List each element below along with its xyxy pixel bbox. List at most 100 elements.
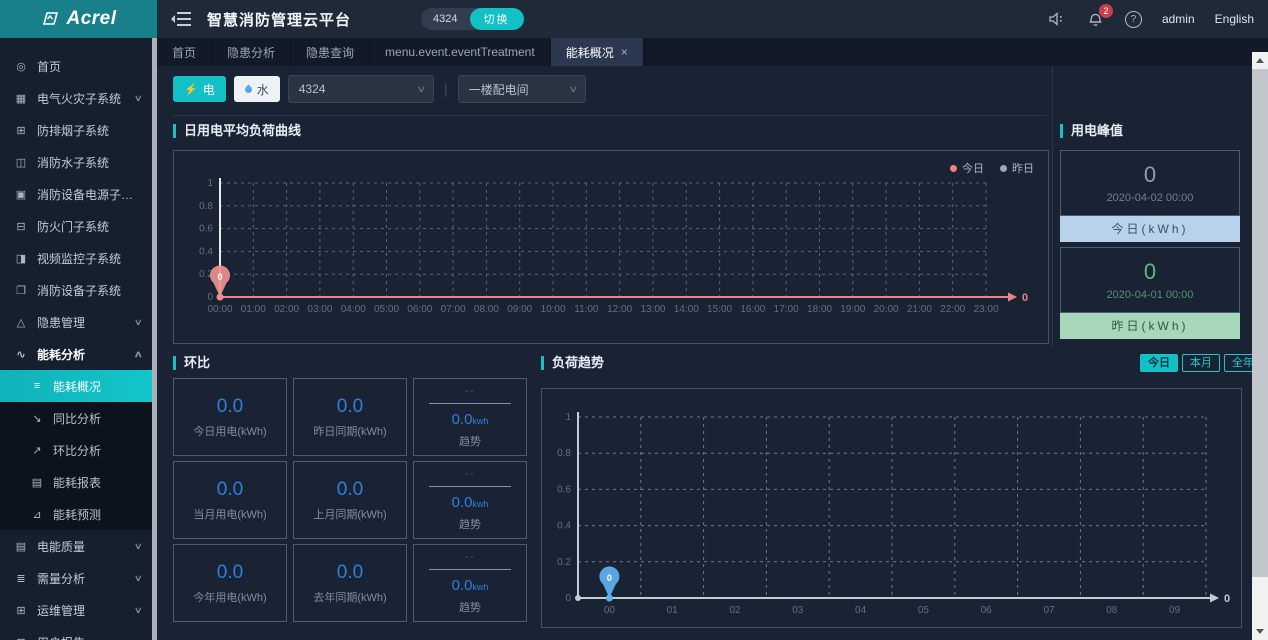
ring-card: 0.0上月同期(kWh)	[293, 461, 407, 539]
page-title: 智慧消防管理云平台	[207, 9, 351, 30]
legend-item: 昨日	[1000, 160, 1034, 176]
page-scrollbar[interactable]	[1252, 52, 1268, 640]
chevron-up-icon: ∧	[134, 349, 143, 360]
sidebar-item-label: 消防设备电源子系统	[37, 186, 142, 203]
trend-label: 趋势	[459, 599, 481, 615]
svg-text:05:00: 05:00	[374, 304, 399, 315]
sidebar-item-video-monitor[interactable]: ◨视频监控子系统	[0, 242, 152, 274]
trend-top-value: --	[465, 551, 474, 563]
sound-icon[interactable]	[1049, 10, 1067, 28]
sidebar-item-energy-report[interactable]: ▤能耗报表	[0, 466, 152, 498]
sidebar-item-smoke-exhaust[interactable]: ⊞防排烟子系统	[0, 114, 152, 146]
svg-text:0: 0	[565, 593, 571, 604]
electrical-fire-icon: ▦	[14, 92, 28, 105]
range-button-本月[interactable]: 本月	[1182, 354, 1220, 372]
tab-energy-overview[interactable]: 能耗概况×	[551, 38, 644, 66]
peak-card-body: 02020-04-02 00:00	[1060, 150, 1240, 216]
tab-hazard-query[interactable]: 隐患查询	[291, 38, 370, 66]
trend-divider	[429, 403, 511, 404]
energy-icon: ∿	[14, 348, 28, 361]
sidebar-item-equipment-power[interactable]: ▣消防设备电源子系统	[0, 178, 152, 210]
ring-value: 0.0	[337, 562, 363, 584]
svg-text:04:00: 04:00	[341, 304, 366, 315]
sidebar-item-ops-mgmt[interactable]: ⊞运维管理∨	[0, 594, 152, 626]
overview-icon: ≡	[30, 380, 44, 392]
scrollbar-thumb[interactable]	[1252, 69, 1268, 577]
electric-filter-button[interactable]: ⚡ 电	[173, 76, 226, 102]
trend-divider	[429, 569, 511, 570]
scroll-up-button[interactable]	[1252, 52, 1268, 69]
sidebar-item-electrical-fire[interactable]: ▦电气火灾子系统∨	[0, 82, 152, 114]
sidebar-item-energy-overview[interactable]: ≡能耗概况	[0, 370, 152, 402]
sidebar-item-home[interactable]: ◎首页	[0, 50, 152, 82]
sidebar: Acrel ◎首页▦电气火灾子系统∨⊞防排烟子系统◫消防水子系统▣消防设备电源子…	[0, 0, 157, 640]
forecast-icon: ⊿	[30, 508, 44, 521]
sidebar-item-energy-analysis[interactable]: ∿能耗分析∧	[0, 338, 152, 370]
svg-text:09: 09	[1169, 605, 1181, 616]
ring-value: 0.0	[217, 479, 243, 501]
load-trend-chart: 00.20.40.60.810001020304050607080900	[542, 389, 1239, 625]
sidebar-item-user-report[interactable]: ⊡用户报告	[0, 626, 152, 640]
peak-card-footer: 今日(kWh)	[1060, 216, 1240, 242]
menu-fold-icon[interactable]	[171, 11, 191, 27]
sidebar-item-mom-analysis[interactable]: ↗环比分析	[0, 434, 152, 466]
room-select[interactable]: 一楼配电间 ∨	[458, 75, 586, 103]
sidebar-item-power-quality[interactable]: ▤电能质量∨	[0, 530, 152, 562]
chevron-down-icon: ∨	[568, 84, 578, 95]
svg-text:14:00: 14:00	[674, 304, 699, 315]
sidebar-item-label: 首页	[37, 58, 61, 75]
peak-card-footer: 昨日(kWh)	[1060, 313, 1240, 339]
daily-load-chart-panel: 今日昨日 00.20.40.60.8100:0001:0002:0003:000…	[173, 150, 1049, 344]
sidebar-item-hazard-mgmt[interactable]: △隐患管理∨	[0, 306, 152, 338]
svg-text:08: 08	[1106, 605, 1118, 616]
chart-legend: 今日昨日	[950, 160, 1034, 176]
tab-hazard-analysis[interactable]: 隐患分析	[212, 38, 291, 66]
tab-event-treatment[interactable]: menu.event.eventTreatment	[370, 38, 551, 66]
sidebar-item-demand-analysis[interactable]: ≣需量分析∨	[0, 562, 152, 594]
sidebar-item-fire-door[interactable]: ⊟防火门子系统	[0, 210, 152, 242]
trend-value: 0.0kwh	[452, 494, 489, 511]
svg-text:06:00: 06:00	[407, 304, 432, 315]
range-button-今日[interactable]: 今日	[1140, 354, 1178, 372]
notification-bell-icon[interactable]: 2	[1087, 10, 1105, 28]
load-trend-section-title: 负荷趋势	[541, 356, 604, 370]
legend-label: 今日	[962, 160, 984, 176]
peak-time: 2020-04-01 00:00	[1107, 289, 1194, 301]
svg-text:01:00: 01:00	[241, 304, 266, 315]
svg-text:23:00: 23:00	[973, 304, 998, 315]
sidebar-item-label: 消防设备子系统	[37, 282, 121, 299]
station-select[interactable]: 4324 ∨	[288, 75, 434, 103]
filter-underline	[173, 115, 1047, 116]
ring-label: 今年用电(kWh)	[193, 589, 266, 605]
switch-project-button[interactable]: 切换	[470, 8, 524, 30]
water-drop-icon	[243, 84, 253, 94]
sidebar-item-fire-water[interactable]: ◫消防水子系统	[0, 146, 152, 178]
sidebar-scrollbar[interactable]	[152, 38, 157, 640]
peak-card-today: 02020-04-02 00:00今日(kWh)	[1060, 150, 1240, 242]
svg-text:02: 02	[729, 605, 741, 616]
sidebar-item-fire-equipment[interactable]: ❐消防设备子系统	[0, 274, 152, 306]
project-code: 4324	[421, 13, 469, 25]
help-icon[interactable]: ?	[1125, 11, 1142, 28]
svg-text:0.6: 0.6	[199, 224, 213, 235]
language-switch[interactable]: English	[1215, 12, 1254, 26]
tab-label: 首页	[172, 44, 196, 61]
main-content: ⚡ 电 水 4324 ∨ | 一楼配电间 ∨ 日用电平均负荷曲线 今日昨日 00…	[157, 66, 1268, 640]
sidebar-item-energy-forecast[interactable]: ⊿能耗预测	[0, 498, 152, 530]
sidebar-item-yoy-analysis[interactable]: ↘同比分析	[0, 402, 152, 434]
svg-text:0.4: 0.4	[557, 521, 571, 532]
tab-home[interactable]: 首页	[157, 38, 212, 66]
svg-text:11:00: 11:00	[574, 304, 599, 315]
user-menu[interactable]: admin	[1162, 12, 1195, 26]
svg-text:17:00: 17:00	[774, 304, 799, 315]
svg-text:0: 0	[607, 573, 612, 583]
ring-trend-card: --0.0kwh趋势	[413, 378, 527, 456]
scroll-down-button[interactable]	[1252, 623, 1268, 640]
filter-row: ⚡ 电 水 4324 ∨ | 一楼配电间 ∨	[173, 76, 586, 102]
svg-text:19:00: 19:00	[840, 304, 865, 315]
water-filter-button[interactable]: 水	[234, 76, 280, 102]
tab-close-icon[interactable]: ×	[621, 45, 628, 59]
svg-text:1: 1	[565, 412, 571, 423]
sidebar-submenu: ≡能耗概况↘同比分析↗环比分析▤能耗报表⊿能耗预测	[0, 370, 152, 530]
tab-label: menu.event.eventTreatment	[385, 45, 535, 59]
